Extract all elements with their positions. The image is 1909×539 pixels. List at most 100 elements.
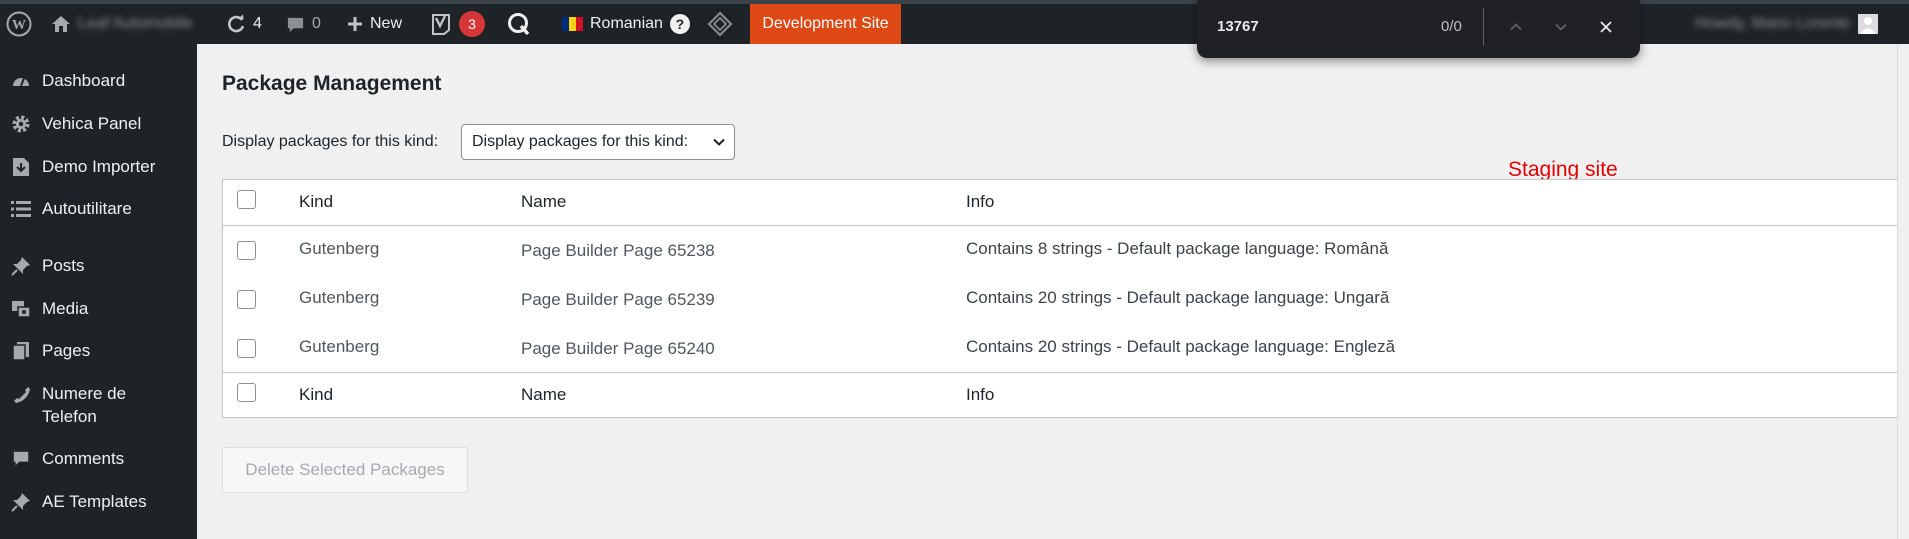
- package-info: Contains 20 strings - Default package la…: [966, 288, 1390, 307]
- find-previous-button[interactable]: [1505, 16, 1527, 38]
- updates-count: 4: [253, 15, 262, 32]
- page-scrollbar[interactable]: [1897, 44, 1909, 539]
- chevron-down-icon: [712, 135, 726, 154]
- comments-count: 0: [312, 15, 321, 32]
- help-icon: ?: [669, 14, 690, 34]
- development-site-label: Development Site: [762, 15, 889, 32]
- sidebar-item-numere-de-telefon[interactable]: Numere de Telefon: [0, 382, 197, 428]
- sidebar-item-label: Numere de Telefon: [42, 384, 127, 426]
- table-header-row: Kind Name Info: [223, 180, 1909, 226]
- diamond-tool-icon[interactable]: [707, 4, 733, 44]
- pages-icon: [0, 339, 42, 361]
- gear-icon: [0, 112, 42, 134]
- sidebar-item-vehica-panel[interactable]: Vehica Panel: [0, 112, 197, 135]
- query-monitor-icon[interactable]: [506, 4, 532, 44]
- updates-menu[interactable]: 4: [226, 4, 262, 44]
- packages-table: Kind Name Info Gutenberg Page Builder Pa…: [222, 179, 1909, 418]
- find-input[interactable]: 13767: [1217, 18, 1259, 35]
- sidebar-item-label: AE Templates: [42, 492, 147, 511]
- close-icon: [1600, 21, 1612, 33]
- site-name-menu[interactable]: Leaf Automobile: [51, 4, 193, 44]
- sidebar-item-label: Pages: [42, 341, 91, 360]
- sidebar-item-comments[interactable]: Comments: [0, 447, 197, 470]
- home-icon: [51, 14, 71, 34]
- column-header-name[interactable]: Name: [521, 192, 566, 212]
- comments-menu[interactable]: 0: [286, 4, 321, 44]
- column-footer-name[interactable]: Name: [521, 385, 566, 405]
- import-icon: [0, 155, 42, 177]
- new-label: New: [370, 15, 403, 32]
- dashboard-icon: [0, 69, 42, 91]
- phone-icon: [0, 382, 42, 404]
- pin-icon: [0, 254, 42, 276]
- media-icon: [0, 297, 42, 319]
- sidebar-item-autoutilitare[interactable]: Autoutilitare: [0, 197, 197, 220]
- yoast-notification-badge: 3: [459, 11, 485, 37]
- package-kind: Gutenberg: [299, 239, 380, 258]
- sidebar-item-dashboard[interactable]: Dashboard: [0, 69, 197, 92]
- sidebar-item-pages[interactable]: Pages: [0, 339, 197, 362]
- find-match-count: 0/0: [1441, 18, 1462, 35]
- package-name: Page Builder Page 65240: [521, 339, 715, 358]
- column-header-info[interactable]: Info: [966, 192, 994, 212]
- sidebar-item-label: Dashboard: [42, 71, 126, 90]
- sidebar-item-label: Autoutilitare: [42, 199, 132, 218]
- new-content-menu[interactable]: New: [347, 4, 402, 44]
- table-row: Gutenberg Page Builder Page 65240 Contai…: [223, 324, 1909, 372]
- yoast-menu[interactable]: 3: [430, 4, 485, 44]
- package-kind: Gutenberg: [299, 337, 380, 356]
- delete-selected-packages-button[interactable]: Delete Selected Packages: [222, 447, 468, 493]
- plus-icon: [347, 16, 363, 32]
- sidebar-item-label: Posts: [42, 256, 85, 275]
- svg-text:W: W: [12, 18, 26, 33]
- comment-icon: [0, 447, 42, 467]
- row-checkbox[interactable]: [237, 241, 256, 260]
- comment-bubble-icon: [286, 15, 305, 34]
- package-name: Page Builder Page 65238: [521, 241, 715, 260]
- table-row: Gutenberg Page Builder Page 65239 Contai…: [223, 275, 1909, 324]
- sidebar-item-media[interactable]: Media: [0, 297, 197, 320]
- sidebar-item-label: Vehica Panel: [42, 114, 142, 133]
- row-checkbox[interactable]: [237, 339, 256, 358]
- page-title: Package Management: [222, 72, 442, 95]
- package-kind: Gutenberg: [299, 288, 380, 307]
- language-label: Romanian: [590, 15, 663, 32]
- select-all-checkbox-footer[interactable]: [237, 383, 256, 402]
- select-all-checkbox[interactable]: [237, 190, 256, 209]
- chevron-down-icon: [1555, 23, 1567, 31]
- yoast-icon: [430, 12, 452, 36]
- updates-icon: [226, 14, 246, 34]
- wordpress-logo-icon[interactable]: W: [6, 4, 32, 44]
- column-header-kind[interactable]: Kind: [299, 192, 333, 212]
- development-site-badge[interactable]: Development Site: [750, 4, 901, 44]
- admin-sidebar-menu: Dashboard Vehica Panel Demo Importer Aut…: [0, 44, 197, 539]
- sidebar-item-ae-templates[interactable]: AE Templates: [0, 490, 197, 513]
- find-close-button[interactable]: [1595, 16, 1617, 38]
- row-checkbox[interactable]: [237, 290, 256, 309]
- table-row: Gutenberg Page Builder Page 65238 Contai…: [223, 226, 1909, 275]
- sidebar-item-posts[interactable]: Posts: [0, 254, 197, 277]
- find-divider: [1483, 8, 1484, 46]
- package-name: Page Builder Page 65239: [521, 290, 715, 309]
- romania-flag-icon: [562, 17, 583, 31]
- find-next-button[interactable]: [1550, 16, 1572, 38]
- column-footer-kind[interactable]: Kind: [299, 385, 333, 405]
- chevron-up-icon: [1510, 23, 1522, 31]
- user-account-menu[interactable]: Howdy, Mario Lorente: [1695, 4, 1879, 44]
- site-name: Leaf Automobile: [78, 15, 193, 32]
- sidebar-item-demo-importer[interactable]: Demo Importer: [0, 155, 197, 178]
- language-switcher[interactable]: Romanian ?: [562, 4, 690, 44]
- kind-filter-label: Display packages for this kind:: [222, 133, 439, 150]
- find-in-page-bar: 13767 0/0: [1197, 0, 1640, 58]
- sidebar-item-label: Media: [42, 299, 89, 318]
- sidebar-item-label: Demo Importer: [42, 157, 156, 176]
- package-info: Contains 20 strings - Default package la…: [966, 337, 1396, 356]
- user-greeting: Howdy, Mario Lorente: [1695, 15, 1851, 32]
- list-icon: [0, 197, 42, 219]
- user-avatar-icon: [1857, 13, 1879, 35]
- package-info: Contains 8 strings - Default package lan…: [966, 239, 1389, 258]
- column-footer-info[interactable]: Info: [966, 385, 994, 405]
- pin-icon: [0, 490, 42, 512]
- kind-filter-select[interactable]: Display packages for this kind:: [461, 124, 735, 160]
- kind-filter-selected-value: Display packages for this kind:: [472, 133, 689, 150]
